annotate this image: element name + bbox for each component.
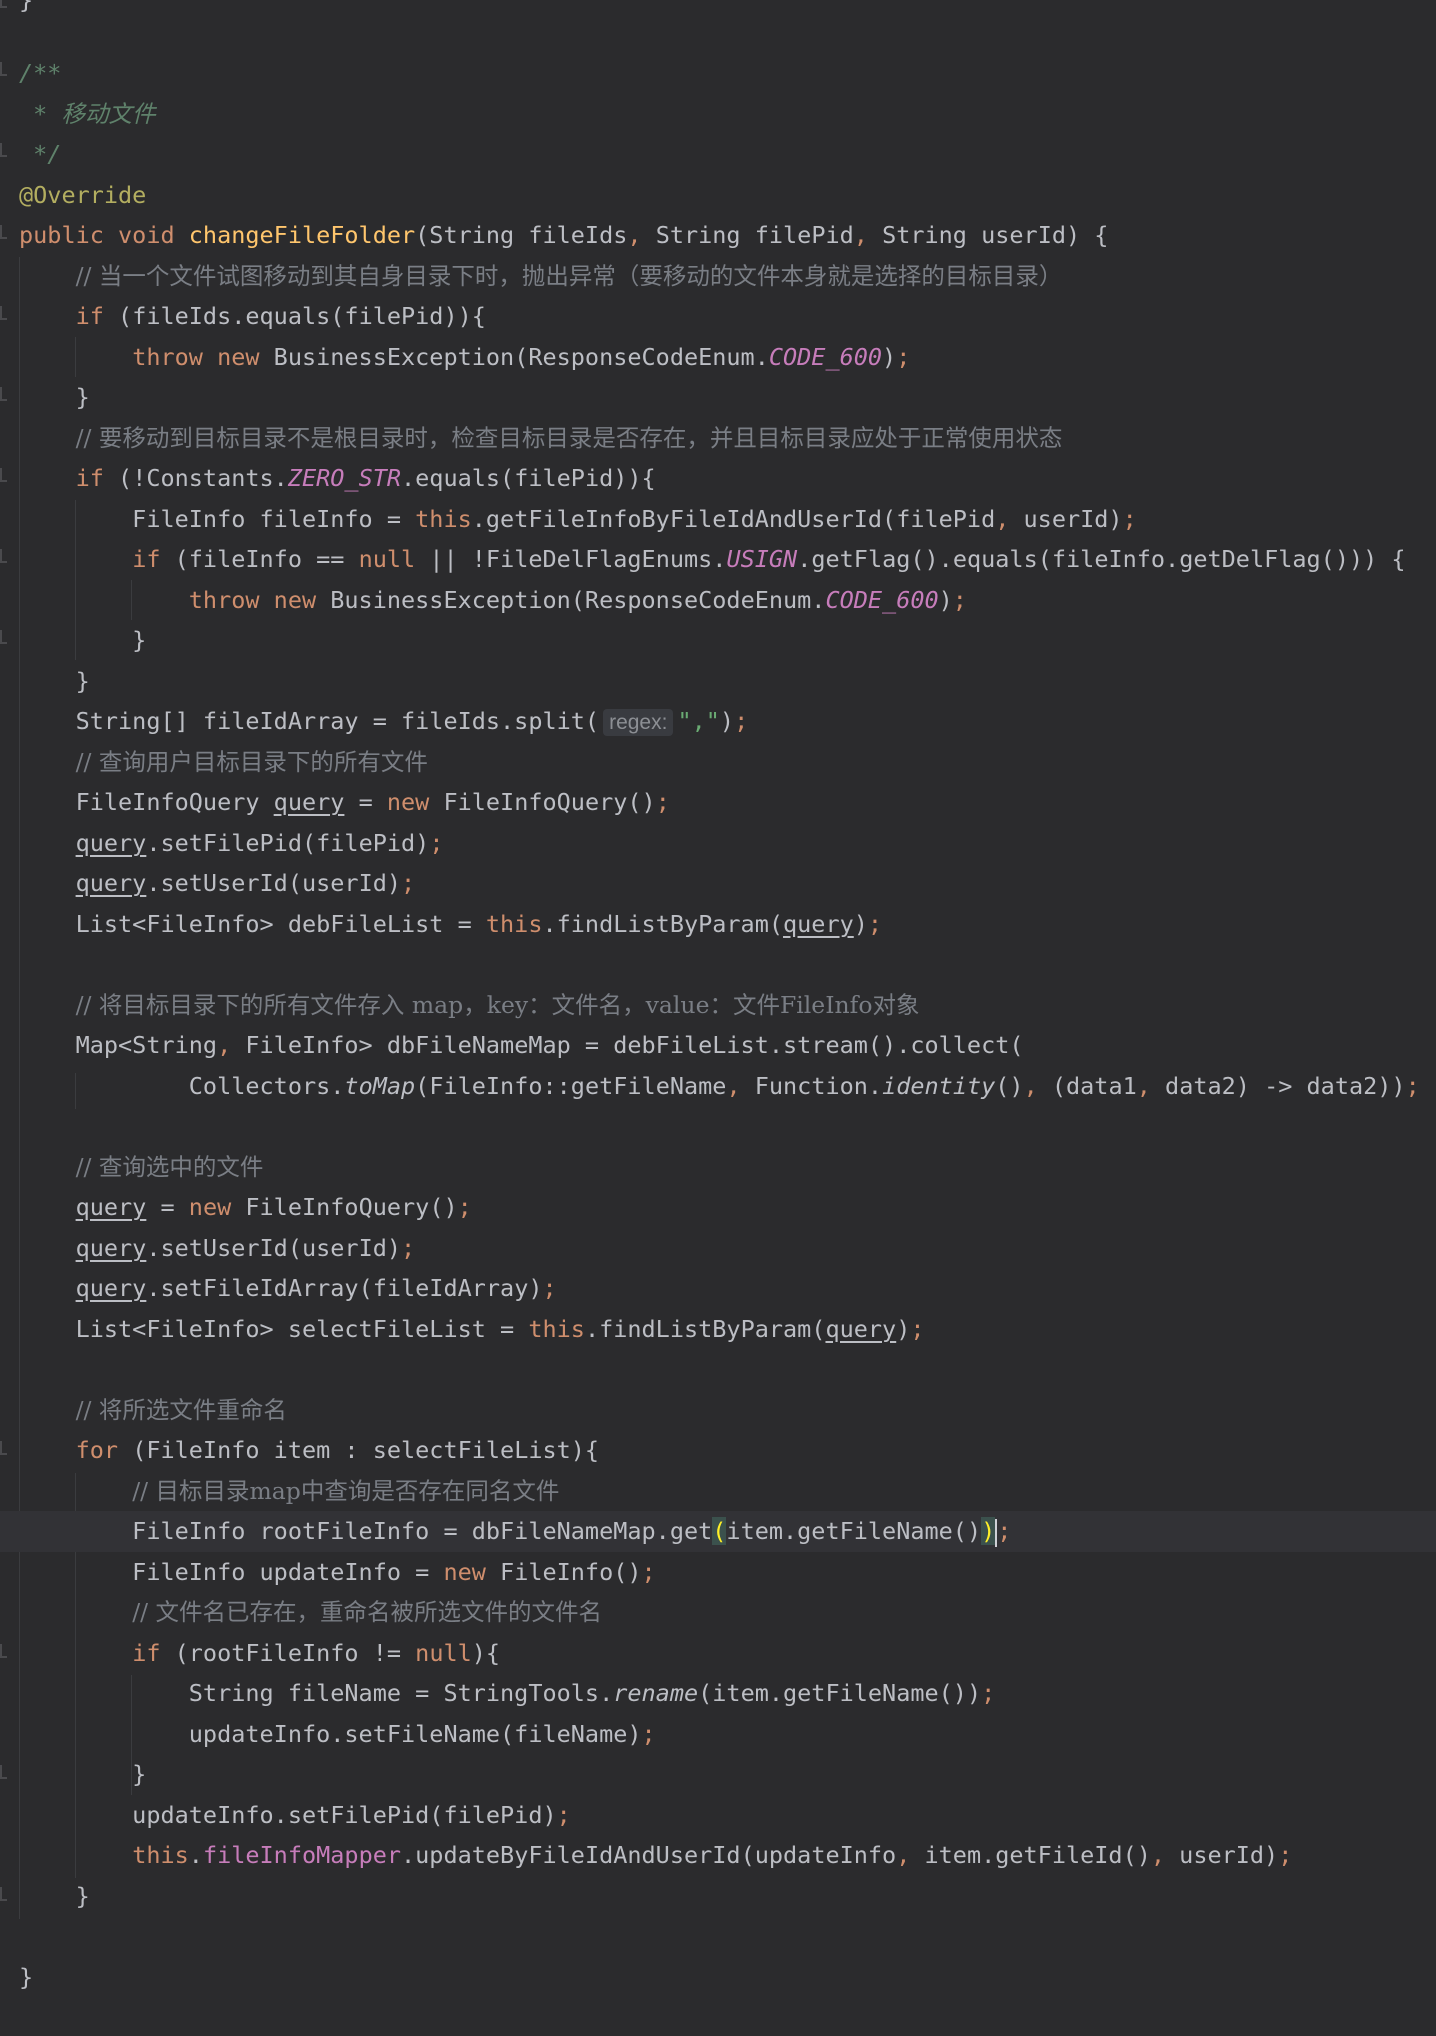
code-line[interactable]: Map<String, FileInfo> dbFileNameMap = de… bbox=[0, 1025, 1436, 1066]
code-line[interactable]: if (fileIds.equals(filePid)){ bbox=[0, 296, 1436, 337]
code-line[interactable]: // 目标目录map中查询是否存在同名文件 bbox=[0, 1471, 1436, 1512]
code-line[interactable]: query.setFileIdArray(fileIdArray); bbox=[0, 1268, 1436, 1309]
code-line[interactable]: // 将所选文件重命名 bbox=[0, 1390, 1436, 1431]
code-line[interactable]: updateInfo.setFileName(fileName); bbox=[0, 1714, 1436, 1755]
code-line[interactable]: // 查询用户目标目录下的所有文件 bbox=[0, 742, 1436, 783]
code-line[interactable]: } bbox=[0, 1876, 1436, 1917]
code-line[interactable]: } bbox=[0, 1754, 1436, 1795]
code-line[interactable]: // 将目标目录下的所有文件存入 map，key：文件名，value：文件Fil… bbox=[0, 985, 1436, 1026]
code-line[interactable]: // 要移动到目标目录不是根目录时，检查目标目录是否存在，并且目标目录应处于正常… bbox=[0, 418, 1436, 459]
code-line[interactable]: } bbox=[0, 1957, 1436, 1998]
code-line[interactable]: throw new BusinessException(ResponseCode… bbox=[0, 580, 1436, 621]
code-line[interactable]: public void changeFileFolder(String file… bbox=[0, 215, 1436, 256]
code-line[interactable]: } bbox=[0, 0, 1436, 21]
code-line[interactable]: FileInfoQuery query = new FileInfoQuery(… bbox=[0, 782, 1436, 823]
code-line[interactable]: query = new FileInfoQuery(); bbox=[0, 1187, 1436, 1228]
code-line[interactable]: FileInfo updateInfo = new FileInfo(); bbox=[0, 1552, 1436, 1593]
code-editor[interactable]: } /** * 移动文件 */ @Override public void ch… bbox=[0, 0, 1436, 2036]
code-line[interactable]: // 查询选中的文件 bbox=[0, 1147, 1436, 1188]
code-line[interactable]: throw new BusinessException(ResponseCode… bbox=[0, 337, 1436, 378]
code-line[interactable]: query.setUserId(userId); bbox=[0, 1228, 1436, 1269]
current-code-line[interactable]: FileInfo rootFileInfo = dbFileNameMap.ge… bbox=[0, 1511, 1436, 1552]
code-line[interactable]: String fileName = StringTools.rename(ite… bbox=[0, 1673, 1436, 1714]
code-line[interactable]: // 文件名已存在，重命名被所选文件的文件名 bbox=[0, 1592, 1436, 1633]
code-line[interactable]: this.fileInfoMapper.updateByFileIdAndUse… bbox=[0, 1835, 1436, 1876]
code-line[interactable]: FileInfo fileInfo = this.getFileInfoByFi… bbox=[0, 499, 1436, 540]
parameter-hint: regex: bbox=[603, 709, 674, 736]
code-line[interactable]: updateInfo.setFilePid(filePid); bbox=[0, 1795, 1436, 1836]
code-line[interactable]: Collectors.toMap(FileInfo::getFileName, … bbox=[0, 1066, 1436, 1107]
code-line[interactable]: * 移动文件 bbox=[0, 94, 1436, 135]
code-line[interactable]: } bbox=[0, 661, 1436, 702]
code-line[interactable]: for (FileInfo item : selectFileList){ bbox=[0, 1430, 1436, 1471]
code-line[interactable]: String[] fileIdArray = fileIds.split(reg… bbox=[0, 701, 1436, 742]
code-line[interactable]: List<FileInfo> selectFileList = this.fin… bbox=[0, 1309, 1436, 1350]
code-line[interactable]: List<FileInfo> debFileList = this.findLi… bbox=[0, 904, 1436, 945]
code-line[interactable]: } bbox=[0, 377, 1436, 418]
code-line[interactable]: query.setUserId(userId); bbox=[0, 863, 1436, 904]
code-line[interactable]: @Override bbox=[0, 175, 1436, 216]
code-line[interactable]: // 当一个文件试图移动到其自身目录下时，抛出异常（要移动的文件本身就是选择的目… bbox=[0, 256, 1436, 297]
code-line[interactable]: query.setFilePid(filePid); bbox=[0, 823, 1436, 864]
code-line[interactable]: if (!Constants.ZERO_STR.equals(filePid))… bbox=[0, 458, 1436, 499]
code-line[interactable]: } bbox=[0, 620, 1436, 661]
code-line[interactable]: if (fileInfo == null || !FileDelFlagEnum… bbox=[0, 539, 1436, 580]
code-line[interactable]: */ bbox=[0, 134, 1436, 175]
code-line[interactable]: if (rootFileInfo != null){ bbox=[0, 1633, 1436, 1674]
code-line[interactable]: /** bbox=[0, 53, 1436, 94]
